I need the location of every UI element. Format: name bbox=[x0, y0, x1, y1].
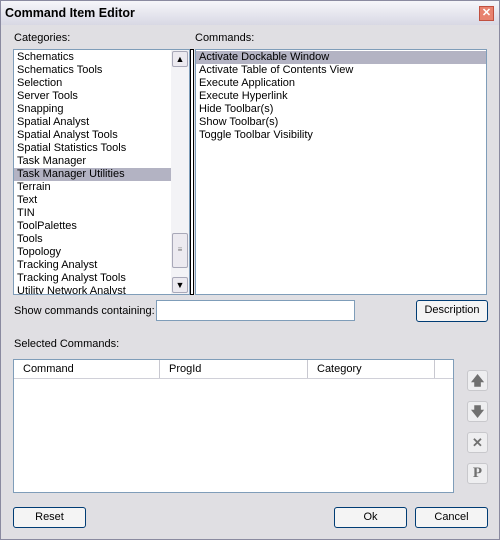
categories-list-item[interactable]: Tracking Analyst bbox=[14, 259, 189, 272]
commands-list[interactable]: Activate Dockable Window Activate Table o… bbox=[195, 49, 487, 295]
column-header-progid[interactable]: ProgId bbox=[160, 360, 308, 378]
commands-list-item[interactable]: Activate Dockable Window bbox=[196, 51, 486, 64]
categories-list-item[interactable]: TIN bbox=[14, 207, 189, 220]
filter-label: Show commands containing: bbox=[14, 305, 155, 317]
ok-button[interactable]: Ok bbox=[334, 507, 407, 528]
scroll-down-button[interactable]: ▼ bbox=[172, 277, 188, 293]
properties-p-icon: P bbox=[472, 465, 483, 481]
categories-scrollbar[interactable]: ▲ ≡ ▼ bbox=[171, 50, 189, 294]
categories-label: Categories: bbox=[14, 32, 71, 44]
commands-list-item[interactable]: Toggle Toolbar Visibility bbox=[196, 129, 486, 142]
categories-list-item[interactable]: Snapping bbox=[14, 103, 189, 116]
properties-button[interactable]: P bbox=[467, 463, 488, 484]
commands-list-item[interactable]: Activate Table of Contents View bbox=[196, 64, 486, 77]
categories-list-item[interactable]: Selection bbox=[14, 77, 189, 90]
arrow-down-icon: 🡇 bbox=[470, 404, 485, 419]
scroll-up-button[interactable]: ▲ bbox=[172, 51, 188, 67]
selected-commands-table[interactable]: Command ProgId Category bbox=[13, 359, 454, 493]
window-title: Command Item Editor bbox=[5, 6, 135, 20]
commands-label: Commands: bbox=[195, 32, 255, 44]
remove-button[interactable]: ✕ bbox=[467, 432, 488, 453]
categories-list-item[interactable]: Spatial Analyst Tools bbox=[14, 129, 189, 142]
categories-list-item[interactable]: Terrain bbox=[14, 181, 189, 194]
column-header-command[interactable]: Command bbox=[14, 360, 160, 378]
categories-list-item[interactable]: Text bbox=[14, 194, 189, 207]
table-header: Command ProgId Category bbox=[14, 360, 453, 379]
categories-list-item[interactable]: Server Tools bbox=[14, 90, 189, 103]
categories-list-item[interactable]: Task Manager Utilities bbox=[14, 168, 189, 181]
categories-list-item[interactable]: Utility Network Analyst bbox=[14, 285, 189, 294]
move-down-button[interactable]: 🡇 bbox=[467, 401, 488, 422]
close-button[interactable]: ✕ bbox=[479, 6, 494, 21]
commands-list-item[interactable]: Hide Toolbar(s) bbox=[196, 103, 486, 116]
categories-list[interactable]: Schematics Schematics Tools Selection Serve… bbox=[13, 49, 190, 295]
splitter[interactable] bbox=[190, 49, 194, 295]
categories-list-item[interactable]: ToolPalettes bbox=[14, 220, 189, 233]
selected-commands-label: Selected Commands: bbox=[14, 338, 120, 350]
cancel-button[interactable]: Cancel bbox=[415, 507, 488, 528]
filter-input[interactable] bbox=[156, 300, 355, 321]
categories-list-item[interactable]: Task Manager bbox=[14, 155, 189, 168]
categories-list-item[interactable]: Tools bbox=[14, 233, 189, 246]
categories-list-item[interactable]: Tracking Analyst Tools bbox=[14, 272, 189, 285]
column-header-category[interactable]: Category bbox=[308, 360, 435, 378]
categories-list-item[interactable]: Spatial Statistics Tools bbox=[14, 142, 189, 155]
commands-list-item[interactable]: Execute Hyperlink bbox=[196, 90, 486, 103]
description-button[interactable]: Description bbox=[416, 300, 488, 322]
delete-x-icon: ✕ bbox=[472, 435, 483, 450]
categories-list-item[interactable]: Schematics Tools bbox=[14, 64, 189, 77]
categories-list-item[interactable]: Schematics bbox=[14, 51, 189, 64]
scroll-thumb[interactable]: ≡ bbox=[172, 233, 188, 268]
commands-list-item[interactable]: Execute Application bbox=[196, 77, 486, 90]
title-bar: Command Item Editor ✕ bbox=[1, 1, 499, 25]
reset-button[interactable]: Reset bbox=[13, 507, 86, 528]
categories-list-item[interactable]: Topology bbox=[14, 246, 189, 259]
commands-list-item[interactable]: Show Toolbar(s) bbox=[196, 116, 486, 129]
arrow-up-icon: 🡅 bbox=[470, 373, 485, 388]
categories-list-item[interactable]: Spatial Analyst bbox=[14, 116, 189, 129]
move-up-button[interactable]: 🡅 bbox=[467, 370, 488, 391]
